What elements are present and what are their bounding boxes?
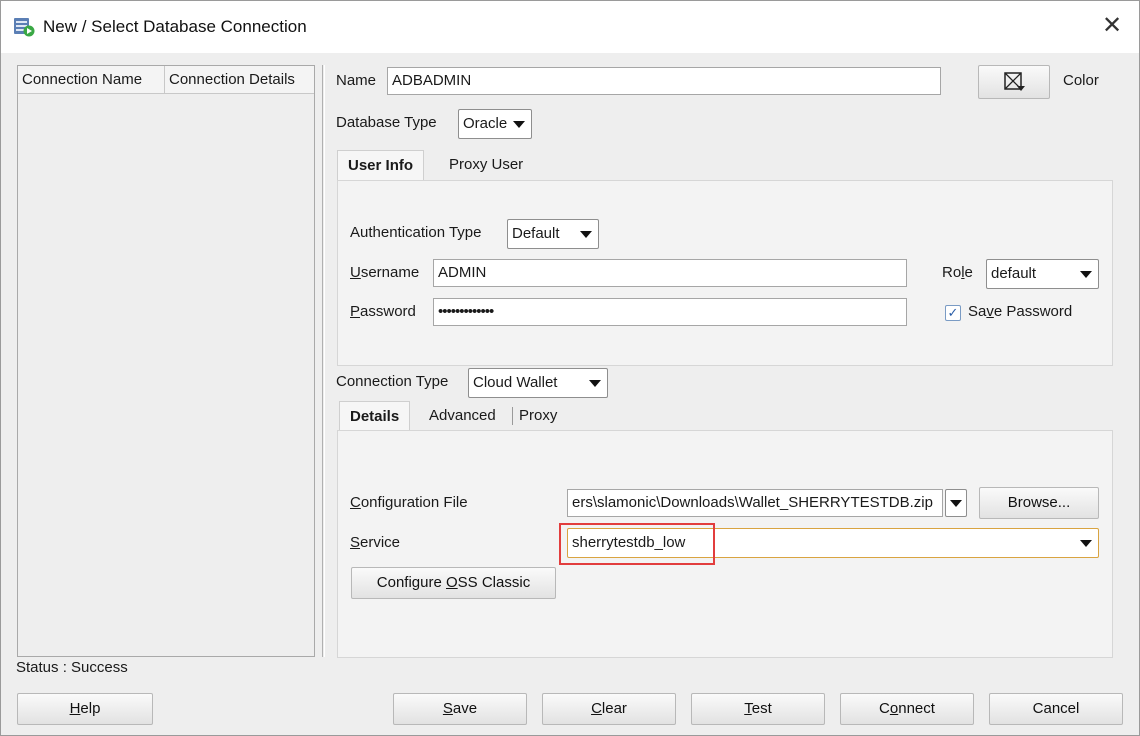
- role-select[interactable]: default: [986, 259, 1099, 289]
- browse-button[interactable]: Browse...: [979, 487, 1099, 519]
- authentication-type-label: Authentication Type: [350, 224, 482, 241]
- color-button[interactable]: [978, 65, 1050, 99]
- clear-button[interactable]: Clear: [542, 693, 676, 725]
- service-label: Service: [350, 534, 401, 551]
- password-input[interactable]: •••••••••••••: [433, 298, 907, 326]
- window-title: New / Select Database Connection: [43, 17, 307, 36]
- configure-oss-classic-button[interactable]: Configure OSS Classic: [351, 567, 556, 599]
- password-label: Password: [350, 303, 416, 320]
- database-type-value: Oracle: [463, 115, 508, 132]
- test-button[interactable]: Test: [691, 693, 825, 725]
- chevron-down-icon: [589, 380, 601, 387]
- configuration-file-dropdown[interactable]: [945, 489, 967, 517]
- chevron-down-icon: [1080, 271, 1092, 278]
- role-label: Role: [942, 264, 973, 281]
- color-picker-icon: [1004, 72, 1025, 91]
- tab-advanced[interactable]: Advanced: [419, 401, 506, 431]
- connection-type-label: Connection Type: [336, 373, 449, 390]
- tab-proxy-user[interactable]: Proxy User: [439, 150, 533, 180]
- name-input[interactable]: ADBADMIN: [387, 67, 941, 95]
- tab-user-info[interactable]: User Info: [337, 150, 425, 181]
- connect-button[interactable]: Connect: [840, 693, 974, 725]
- help-button[interactable]: Help: [17, 693, 153, 725]
- connection-type-select[interactable]: Cloud Wallet: [468, 368, 608, 398]
- column-header-connection-details[interactable]: Connection Details: [165, 66, 314, 94]
- chevron-down-icon: [513, 121, 525, 128]
- panel-splitter[interactable]: [322, 65, 325, 657]
- name-label: Name: [336, 72, 377, 89]
- database-type-select[interactable]: Oracle: [458, 109, 532, 139]
- save-password-label: Save Password: [968, 303, 1073, 320]
- chevron-down-icon: [580, 231, 592, 238]
- close-icon[interactable]: ✕: [1097, 11, 1127, 41]
- database-type-label: Database Type: [336, 114, 437, 131]
- tab-details[interactable]: Details: [339, 401, 411, 432]
- connection-type-value: Cloud Wallet: [473, 374, 558, 391]
- status-text: Status : Success: [16, 659, 128, 676]
- column-header-connection-name[interactable]: Connection Name: [18, 66, 165, 94]
- database-connection-icon: [14, 18, 35, 37]
- configuration-file-label: Configuration File: [350, 494, 468, 511]
- authentication-type-select[interactable]: Default: [507, 219, 599, 249]
- configuration-file-input[interactable]: ers\slamonic\Downloads\Wallet_SHERRYTEST…: [567, 489, 943, 517]
- save-password-checkbox[interactable]: ✓: [945, 305, 961, 321]
- tab-proxy[interactable]: Proxy: [509, 401, 567, 431]
- highlight-box: [559, 523, 715, 565]
- chevron-down-icon: [1080, 540, 1092, 547]
- chevron-down-icon: [950, 500, 962, 507]
- cancel-button[interactable]: Cancel: [989, 693, 1123, 725]
- role-value: default: [991, 265, 1037, 282]
- connection-list[interactable]: Connection Name Connection Details: [17, 65, 315, 657]
- username-label: Username: [350, 264, 420, 281]
- dialog-window: New / Select Database Connection ✕ Conne…: [0, 0, 1140, 736]
- title-bar[interactable]: New / Select Database Connection ✕: [1, 1, 1139, 53]
- save-button[interactable]: Save: [393, 693, 527, 725]
- username-input[interactable]: ADMIN: [433, 259, 907, 287]
- color-label: Color: [1063, 72, 1099, 89]
- authentication-type-value: Default: [512, 225, 560, 242]
